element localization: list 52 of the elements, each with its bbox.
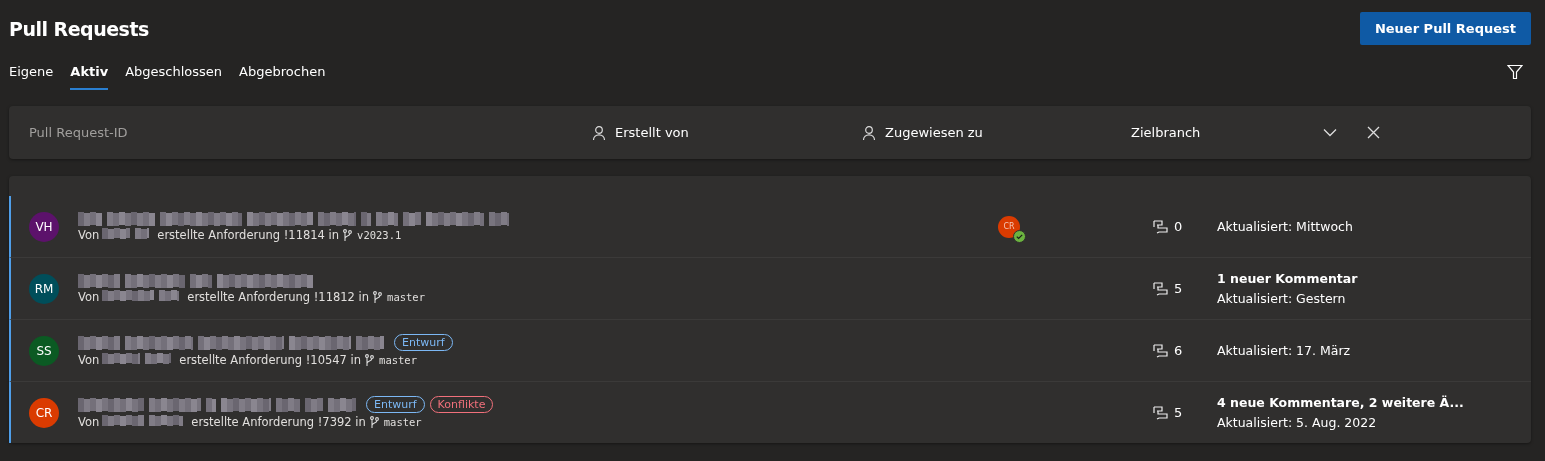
tab[interactable]: Abgebrochen xyxy=(239,54,326,90)
tab[interactable]: Aktiv xyxy=(70,54,109,90)
updated-time: Aktualisiert: Mittwoch xyxy=(1217,219,1353,234)
chevron-down-icon[interactable] xyxy=(1323,128,1337,137)
branch-name: v2023.1 xyxy=(357,228,402,241)
author-avatar: CR xyxy=(29,397,59,428)
activity-summary: 1 neuer Kommentar xyxy=(1217,271,1358,286)
updated-time: Aktualisiert: 5. Aug. 2022 xyxy=(1217,415,1378,430)
pull-request-row[interactable]: RM Von erstellte Anforderung !11812 in master 5 1 neuer Kommentar Aktualisiert: Gestern xyxy=(9,257,1531,319)
request-info: erstellte Anforderung !7392 in xyxy=(191,415,366,429)
comments-icon xyxy=(1153,281,1169,296)
assigned-to-filter[interactable]: Zugewiesen zu xyxy=(885,125,983,140)
updated-time: Aktualisiert: 17. März xyxy=(1217,343,1351,358)
author-avatar: SS xyxy=(29,335,59,366)
request-info: erstellte Anforderung !11812 in xyxy=(187,289,370,304)
tab[interactable]: Abgeschlossen xyxy=(125,54,223,90)
comment-count: 6 xyxy=(1174,343,1183,358)
comment-count: 5 xyxy=(1174,281,1183,296)
comment-count: 0 xyxy=(1174,219,1183,234)
target-branch-filter[interactable]: Zielbranch xyxy=(1131,125,1201,140)
tab[interactable]: Eigene xyxy=(9,54,54,90)
request-info: erstellte Anforderung !10547 in xyxy=(179,353,362,367)
request-info: erstellte Anforderung !11814 in xyxy=(157,227,340,242)
created-by-filter[interactable]: Erstellt von xyxy=(615,125,689,140)
author-prefix: Von xyxy=(78,353,100,367)
author-avatar: RM xyxy=(29,273,59,304)
branch-name: master xyxy=(383,416,422,428)
page-title: Pull Requests xyxy=(9,17,149,40)
comments-icon xyxy=(1153,343,1169,358)
branch-name: master xyxy=(387,290,425,303)
author-prefix: Von xyxy=(78,227,100,242)
comments-icon xyxy=(1153,405,1169,420)
pull-request-row[interactable]: SS Entwurf Von erstellte Anforderung !10547 in master 6 Aktualisiert: 17. März xyxy=(9,319,1531,381)
close-icon[interactable] xyxy=(1367,126,1380,139)
new-pull-request-button[interactable]: Neuer Pull Request xyxy=(1359,12,1531,45)
activity-summary: 4 neue Kommentare, 2 weitere Ä... xyxy=(1217,395,1464,410)
author-prefix: Von xyxy=(78,289,100,304)
filter-icon[interactable] xyxy=(1507,64,1523,80)
updated-time: Aktualisiert: Gestern xyxy=(1217,291,1347,306)
pull-request-row[interactable]: CR Entwurf Konflikte Von erstellte Anforderung !7392 in master 5 4 neue Kommentare, 2 weitere Ä... Aktualisiert: 5. Aug. 2022 xyxy=(9,381,1531,443)
author-avatar: VH xyxy=(29,211,59,242)
author-prefix: Von xyxy=(78,415,100,429)
comment-count: 5 xyxy=(1174,405,1183,420)
comments-icon xyxy=(1153,219,1169,234)
branch-icon xyxy=(373,290,383,303)
branch-icon xyxy=(343,228,353,241)
branch-name: master xyxy=(379,354,417,366)
person-icon xyxy=(861,124,877,141)
pull-request-id-field[interactable]: Pull Request-ID xyxy=(27,124,591,141)
person-icon xyxy=(591,124,607,141)
branch-icon xyxy=(365,354,375,366)
branch-icon xyxy=(369,416,379,428)
